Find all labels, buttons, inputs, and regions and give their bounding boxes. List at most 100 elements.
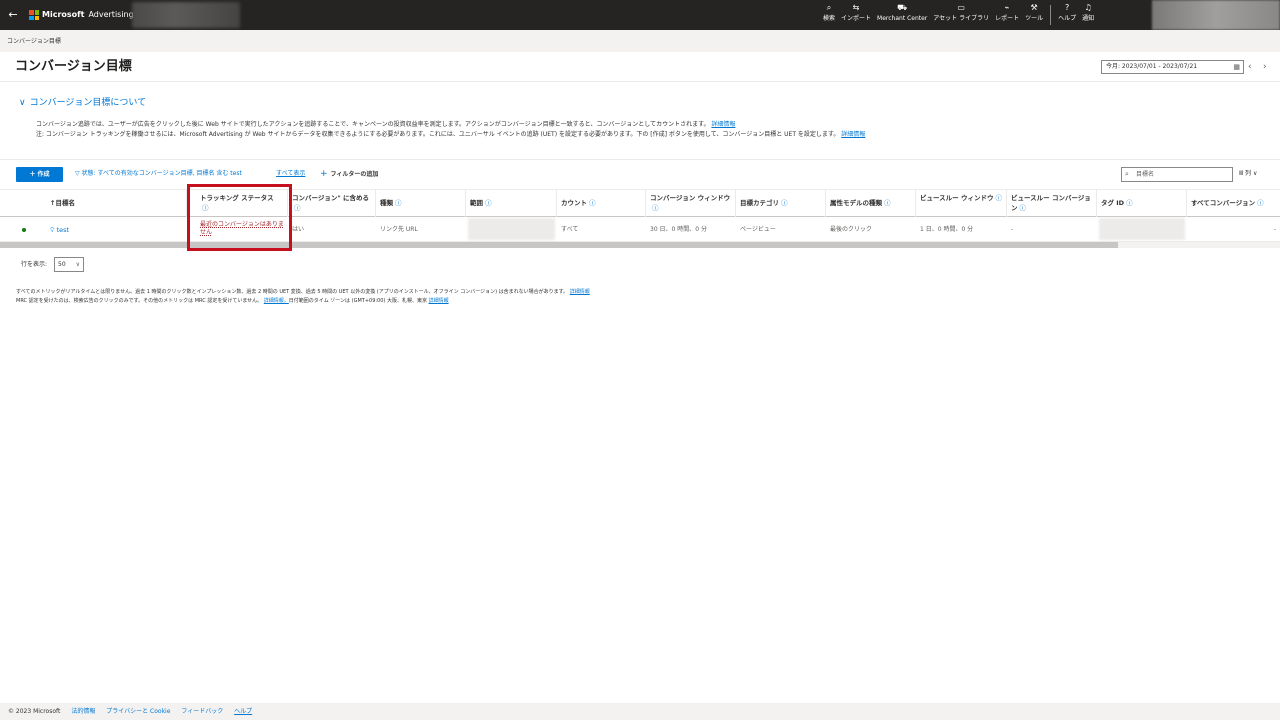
learn-more-link[interactable]: 詳細情報 <box>570 289 590 295</box>
goal-name-link[interactable]: 💡︎ test <box>50 225 69 235</box>
header-label: ↑目標名 <box>50 199 75 207</box>
footer-link-feedback[interactable]: フィードバック <box>181 708 223 715</box>
back-arrow-icon[interactable]: ← <box>6 7 20 23</box>
cell-conversion-window: 30 日、0 時間、0 分 <box>650 226 707 233</box>
help-circle-icon[interactable]: ⓘ <box>485 199 492 207</box>
image-library-icon: ▭ <box>957 3 965 12</box>
search-icon: ⌕ <box>826 3 832 12</box>
header-label: 属性モデルの種類 <box>830 199 882 207</box>
breadcrumb-bar: コンバージョン目標 <box>0 30 1280 52</box>
top-navigation-bar: ← Microsoft Advertising ⌕ 検索 ⇆ インポート ⛟ Me… <box>0 0 1280 30</box>
nav-label: ヘルプ <box>1058 15 1077 22</box>
help-circle-icon[interactable]: ⓘ <box>589 199 596 207</box>
nav-search[interactable]: ⌕ 検索 <box>820 3 838 27</box>
search-placeholder: 目標名 <box>1136 171 1155 178</box>
learn-more-link[interactable]: 詳細情報 <box>429 298 449 304</box>
calendar-icon: ▦ <box>1233 63 1240 71</box>
goal-name-search-input[interactable]: ⌕ 目標名 <box>1121 167 1233 182</box>
date-range-picker[interactable]: 今月: 2023/07/01 - 2023/07/21 ▦ <box>1101 60 1244 74</box>
help-circle-icon[interactable]: ⓘ <box>1126 199 1133 207</box>
user-profile[interactable] <box>1152 0 1280 30</box>
help-circle-icon[interactable]: ⓘ <box>884 199 891 207</box>
import-icon: ⇆ <box>852 3 860 12</box>
footer-link-privacy[interactable]: プライバシーと Cookie <box>106 708 170 715</box>
column-header-category[interactable]: 目標カテゴリ ⓘ <box>736 190 826 217</box>
column-header-type[interactable]: 種類 ⓘ <box>376 190 466 217</box>
column-header-viewthrough-window[interactable]: ビュースルー ウィンドウ ⓘ <box>916 190 1007 217</box>
nav-merchant-center[interactable]: ⛟ Merchant Center <box>874 3 930 27</box>
cell-category: ページビュー <box>740 226 776 233</box>
header-label: タグ ID <box>1101 199 1125 207</box>
next-period-icon[interactable]: › <box>1263 60 1267 74</box>
header-label: カウント <box>561 199 587 207</box>
header-label: コンバージョン ウィンドウ <box>650 194 731 202</box>
chevron-down-icon: ∨ <box>19 98 26 108</box>
column-header-include[interactable]: コンバージョン" に含める ⓘ <box>288 190 376 217</box>
learn-more-link[interactable]: 詳細情報 <box>711 121 735 128</box>
lightbulb-icon: 💡︎ <box>50 226 55 234</box>
cell-include: はい <box>292 226 305 233</box>
learn-more-link[interactable]: 詳細情報。 <box>264 298 289 304</box>
page-title: コンバージョン目標 <box>15 59 132 74</box>
search-icon: ⌕ <box>1125 170 1129 178</box>
wrench-icon: ⚒ <box>1030 3 1038 12</box>
goal-name: test <box>56 226 70 234</box>
header-label: 範囲 <box>470 199 483 207</box>
header-label: コンバージョン" に含める <box>292 194 370 202</box>
nav-import[interactable]: ⇆ インポート <box>838 3 874 27</box>
column-header-scope[interactable]: 範囲 ⓘ <box>466 190 557 217</box>
create-button[interactable]: ＋ 作成 <box>16 167 63 182</box>
column-header-goal-name[interactable]: ↑目標名 <box>46 190 187 217</box>
divider <box>0 159 1280 160</box>
cell-attribution: 最後のクリック <box>830 226 873 233</box>
about-text-line1: コンバージョン追跡では、ユーザーが広告をクリックした後に Web サイトで実行し… <box>36 120 735 129</box>
footer-link-legal[interactable]: 法的情報 <box>71 708 95 715</box>
scrollbar-thumb[interactable] <box>0 242 1118 248</box>
enabled-status-icon <box>22 228 26 232</box>
nav-notifications[interactable]: ♫ 通知 <box>1079 3 1097 27</box>
column-header-count[interactable]: カウント ⓘ <box>557 190 646 217</box>
help-circle-icon[interactable]: ⓘ <box>781 199 788 207</box>
rows-per-page-value: 50 <box>58 261 66 268</box>
columns-button[interactable]: Ⅲ 列 ∨ <box>1239 169 1257 179</box>
nav-help[interactable]: ? ヘルプ <box>1055 3 1079 27</box>
help-circle-icon[interactable]: ⓘ <box>1020 204 1027 212</box>
column-header-all-conversions[interactable]: すべてコンバージョン ⓘ <box>1187 190 1280 217</box>
breadcrumb[interactable]: コンバージョン目標 <box>7 37 61 46</box>
account-selector[interactable] <box>132 2 240 28</box>
column-header-attribution[interactable]: 属性モデルの種類 ⓘ <box>826 190 916 217</box>
help-circle-icon[interactable]: ⓘ <box>1257 199 1264 207</box>
date-range-text: 今月: 2023/07/01 - 2023/07/21 <box>1106 63 1198 70</box>
plus-icon: + <box>320 169 328 179</box>
column-header-conversion-window[interactable]: コンバージョン ウィンドウ ⓘ <box>646 190 736 217</box>
about-description: コンバージョン追跡では、ユーザーが広告をクリックした後に Web サイトで実行し… <box>36 121 710 128</box>
column-header-tag-id[interactable]: タグ ID ⓘ <box>1097 190 1187 217</box>
metrics-note-text: すべてのメトリックがリアルタイムとは限りません。過去 1 時間のクリック数とイン… <box>16 289 569 295</box>
header-nav: ⌕ 検索 ⇆ インポート ⛟ Merchant Center ▭ アセット ライ… <box>820 3 1097 27</box>
create-label: 作成 <box>37 171 50 178</box>
about-toggle[interactable]: ∨ コンバージョン目標について <box>19 97 146 109</box>
nav-label: インポート <box>841 15 872 22</box>
nav-reports[interactable]: ⌁ レポート <box>992 3 1022 27</box>
cell-viewthrough-conversions: - <box>1011 226 1014 233</box>
help-circle-icon[interactable]: ⓘ <box>395 199 402 207</box>
footer-link-help[interactable]: ヘルプ <box>234 708 252 715</box>
active-filter[interactable]: ▽ 状態: すべての有効なコンバージョン目標, 目標名 含む test <box>75 169 242 179</box>
column-header-viewthrough-conversions[interactable]: ビュースルー コンバージョン ⓘ <box>1007 190 1097 217</box>
nav-label: 検索 <box>823 15 836 22</box>
rows-per-page-select[interactable]: 50 ∨ <box>54 257 84 272</box>
nav-asset-library[interactable]: ▭ アセット ライブラリ <box>930 3 992 27</box>
nav-tools[interactable]: ⚒ ツール <box>1022 3 1046 27</box>
brand-product: Advertising <box>88 10 134 19</box>
filter-status-text: 状態: すべての有効なコンバージョン目標, 目標名 含む test <box>81 170 242 177</box>
chart-icon: ⌁ <box>1004 3 1010 12</box>
help-circle-icon[interactable]: ⓘ <box>652 204 659 212</box>
learn-more-link[interactable]: 詳細情報 <box>841 131 865 138</box>
brand-name[interactable]: Microsoft Advertising <box>42 9 134 21</box>
help-circle-icon[interactable]: ⓘ <box>995 194 1002 202</box>
add-filter-button[interactable]: + フィルターの追加 <box>320 169 378 180</box>
previous-period-icon[interactable]: ‹ <box>1248 60 1252 74</box>
help-circle-icon[interactable]: ⓘ <box>294 204 301 212</box>
show-all-link[interactable]: すべて表示 <box>276 169 305 179</box>
cart-icon: ⛟ <box>897 3 908 12</box>
